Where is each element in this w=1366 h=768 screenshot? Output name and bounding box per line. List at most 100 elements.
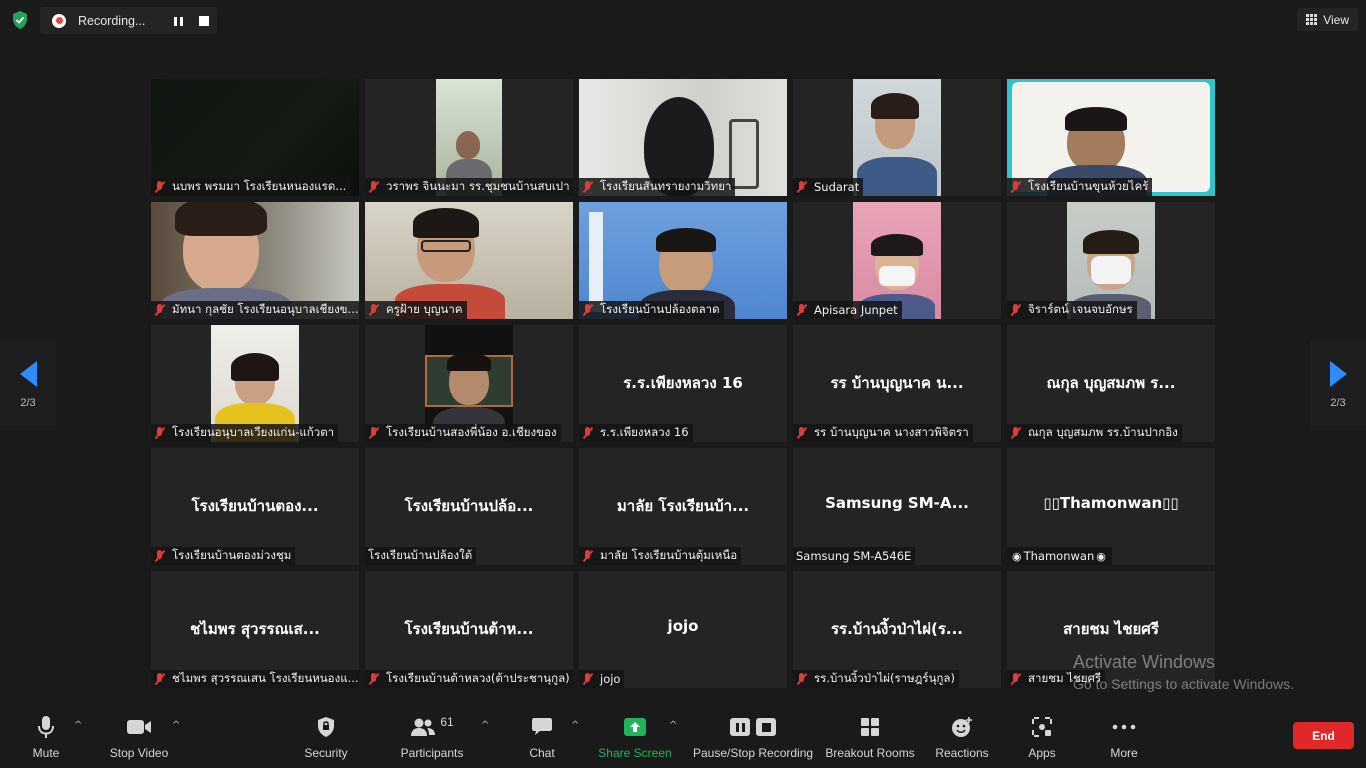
share-screen-icon: [624, 718, 646, 736]
breakout-rooms-button[interactable]: Breakout Rooms: [825, 712, 915, 768]
mute-button[interactable]: Mute: [26, 712, 66, 768]
participant-name-label: jojo: [579, 670, 625, 688]
security-label: Security: [304, 746, 348, 760]
participant-tile[interactable]: วราพร จินนะมา รร.ชุมชนบ้านสบเปา: [365, 79, 573, 196]
participant-display-name: โรงเรียนบ้านตอง...: [191, 497, 319, 515]
stop-video-button[interactable]: Stop Video: [103, 712, 175, 768]
participant-display-name: ณกุล บุญสมภพ ร...: [1046, 374, 1176, 392]
participant-display-name: โรงเรียนบ้านปล้อ...: [404, 497, 534, 515]
participant-display-name: รร.บ้านงิ้วป่าไผ่(ร...: [830, 620, 964, 638]
participant-name-label: โรงเรียนบ้านตองม่วงชุม: [151, 547, 296, 565]
chat-options-caret-icon[interactable]: ^: [571, 720, 581, 731]
participant-tile[interactable]: ชไมพร สุวรรณเส... ชไมพร สุวรรณเสน โรงเรี…: [151, 571, 359, 688]
view-button[interactable]: View: [1297, 8, 1358, 31]
participant-tile[interactable]: โรงเรียนบ้านตอง... โรงเรียนบ้านตองม่วงชุ…: [151, 448, 359, 565]
breakout-rooms-icon: [861, 718, 879, 736]
apps-button[interactable]: Apps: [1022, 712, 1062, 768]
participant-name-label: Apisara Junpet: [793, 301, 902, 319]
participant-tile[interactable]: โรงเรียนอนุบาลเวียงแก่น-แก้วตา: [151, 325, 359, 442]
participant-tile[interactable]: มัทนา กุลชัย โรงเรียนอนุบาลเชียงข...: [151, 202, 359, 319]
participant-tile[interactable]: Apisara Junpet: [793, 202, 1001, 319]
participant-name-label: วราพร จินนะมา รร.ชุมชนบ้านสบเปา: [365, 178, 573, 196]
arrow-right-icon: [1329, 361, 1347, 387]
participant-tile[interactable]: โรงเรียนบ้านปล้องตลาด: [579, 202, 787, 319]
participant-name-label: มัทนา กุลชัย โรงเรียนอนุบาลเชียงข...: [151, 301, 359, 319]
participant-tile[interactable]: โรงเรียนสันทรายงามวิทยา: [579, 79, 787, 196]
participants-count: 61: [440, 715, 454, 729]
next-page-button[interactable]: 2/3: [1310, 340, 1366, 430]
mic-muted-icon: [368, 427, 380, 439]
page-indicator-left: 2/3: [20, 397, 36, 409]
apps-icon: [1032, 717, 1052, 737]
mic-muted-icon: [368, 181, 380, 193]
participant-tile[interactable]: นบพร พรมมา โรงเรียนหนองแรด...: [151, 79, 359, 196]
share-screen-button[interactable]: Share Screen: [598, 712, 672, 768]
mic-muted-icon: [796, 181, 808, 193]
pause-stop-recording-label: Pause/Stop Recording: [692, 746, 814, 760]
encryption-shield-icon[interactable]: [10, 10, 30, 30]
participant-tile[interactable]: ครูฝ้าย บุญนาค: [365, 202, 573, 319]
stop-recording-icon[interactable]: [199, 16, 209, 26]
mic-muted-icon: [154, 550, 166, 562]
participant-name-label: ณกุล บุญสมภพ รร.บ้านปากอิง: [1007, 424, 1182, 442]
participant-tile[interactable]: ณกุล บุญสมภพ ร... ณกุล บุญสมภพ รร.บ้านปา…: [1007, 325, 1215, 442]
participant-display-name: ชไมพร สุวรรณเส...: [190, 620, 320, 638]
participant-tile[interactable]: Sudarat: [793, 79, 1001, 196]
page-indicator-right: 2/3: [1330, 397, 1346, 409]
recording-label: Recording...: [78, 13, 146, 28]
mic-muted-icon: [368, 304, 380, 316]
participant-name-label: รร บ้านบุญนาค นางสาวพิจิตรา: [793, 424, 973, 442]
participant-tile[interactable]: โรงเรียนบ้านต้าห... โรงเรียนบ้านต้าหลวง(…: [365, 571, 573, 688]
more-label: More: [1110, 746, 1138, 760]
participant-video: [853, 79, 941, 196]
mic-muted-icon: [154, 304, 166, 316]
mute-label: Mute: [32, 746, 60, 760]
participant-name-label: Samsung SM-A546E: [793, 547, 916, 565]
apps-label: Apps: [1028, 746, 1056, 760]
chat-button[interactable]: Chat: [522, 712, 562, 768]
participant-tile[interactable]: รร.บ้านงิ้วป่าไผ่(ร... รร.บ้านงิ้วป่าไผ่…: [793, 571, 1001, 688]
participant-tile[interactable]: ▯▯Thamonwan▯▯ ◉ Thamonwan ◉: [1007, 448, 1215, 565]
participant-tile[interactable]: โรงเรียนบ้านขุนห้วยไคร้: [1007, 79, 1215, 196]
participant-name-label: จิราร์ตน์ เจนจบอักษร: [1007, 301, 1137, 319]
participant-tile[interactable]: โรงเรียนบ้านปล้อ... โรงเรียนบ้านปล้องใต้: [365, 448, 573, 565]
participants-icon: [411, 718, 436, 736]
participant-tile[interactable]: มาลัย โรงเรียนบ้า... มาลัย โรงเรียนบ้านต…: [579, 448, 787, 565]
participant-name-label: ◉ Thamonwan ◉: [1007, 547, 1112, 565]
pause-stop-recording-button[interactable]: Pause/Stop Recording: [693, 712, 813, 768]
video-options-caret-icon[interactable]: ^: [172, 720, 182, 731]
mic-muted-icon: [796, 673, 808, 685]
security-button[interactable]: Security: [300, 712, 352, 768]
participant-tile[interactable]: จิราร์ตน์ เจนจบอักษร: [1007, 202, 1215, 319]
pause-recording-icon[interactable]: [171, 14, 185, 28]
video-camera-icon: [127, 720, 151, 734]
participant-display-name: รร บ้านบุญนาค น...: [830, 374, 964, 392]
share-options-caret-icon[interactable]: ^: [669, 720, 679, 731]
participants-options-caret-icon[interactable]: ^: [481, 720, 491, 731]
more-button[interactable]: More: [1104, 712, 1144, 768]
participant-tile[interactable]: jojo jojo: [579, 571, 787, 688]
chat-label: Chat: [529, 746, 555, 760]
participant-tile[interactable]: รร บ้านบุญนาค น... รร บ้านบุญนาค นางสาวพ…: [793, 325, 1001, 442]
previous-page-button[interactable]: 2/3: [0, 340, 56, 430]
mic-muted-icon: [582, 550, 594, 562]
audio-options-caret-icon[interactable]: ^: [74, 720, 84, 731]
participant-tile[interactable]: Samsung SM-A... Samsung SM-A546E: [793, 448, 1001, 565]
meeting-toolbar: Mute ^ Stop Video ^ Security 61 Particip…: [0, 706, 1366, 768]
participant-name-label: ครูฝ้าย บุญนาค: [365, 301, 467, 319]
participant-name-label: มาลัย โรงเรียนบ้านตุ้มเหนือ: [579, 547, 742, 565]
grid-view-icon: [1306, 14, 1318, 25]
mic-muted-icon: [154, 181, 166, 193]
participant-name-label: ชไมพร สุวรรณเสน โรงเรียนหนองแ...: [151, 670, 359, 688]
reactions-button[interactable]: Reactions: [934, 712, 990, 768]
participant-display-name: Samsung SM-A...: [825, 494, 969, 512]
breakout-rooms-label: Breakout Rooms: [825, 746, 915, 760]
participant-name-label: ร.ร.เพียงหลวง 16: [579, 424, 693, 442]
participant-tile[interactable]: โรงเรียนบ้านสองพี่น้อง อ.เชียงของ: [365, 325, 573, 442]
participants-button[interactable]: 61 Participants: [398, 712, 466, 768]
more-dots-icon: [1112, 724, 1136, 730]
participant-name-label: โรงเรียนบ้านขุนห้วยไคร้: [1007, 178, 1153, 196]
participant-tile[interactable]: ร.ร.เพียงหลวง 16 ร.ร.เพียงหลวง 16: [579, 325, 787, 442]
reactions-smiley-icon: [952, 717, 972, 737]
end-meeting-button[interactable]: End: [1293, 722, 1354, 749]
